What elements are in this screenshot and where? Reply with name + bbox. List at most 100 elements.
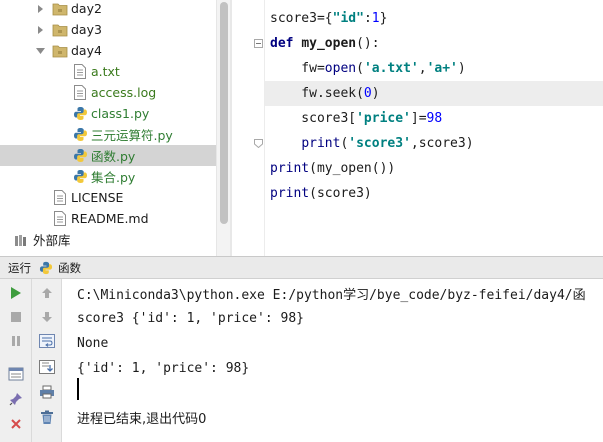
close-run-button[interactable] [5, 414, 27, 434]
soft-wrap-icon [39, 334, 55, 348]
python-file-icon [72, 148, 88, 164]
code-token: 'score3' [348, 136, 411, 151]
code-token: open [324, 61, 357, 76]
code-line-8: print (score3) [270, 181, 372, 206]
fold-end-icon[interactable] [254, 139, 263, 148]
tree-item-license[interactable]: LICENSE [0, 187, 216, 208]
tree-item-label: README.md [71, 211, 149, 226]
tree-item-a-txt[interactable]: a.txt [0, 61, 216, 82]
print-button[interactable] [36, 382, 58, 402]
code-line-6: print('score3' ,score3) [270, 131, 474, 156]
run-config-name[interactable]: 函数 [58, 260, 81, 276]
tree-item-day2[interactable]: day2 [0, 0, 216, 19]
console-line-exit: 进程已结束,退出代码0 [77, 411, 207, 427]
code-token: 0 [363, 86, 372, 101]
text-file-icon [52, 190, 68, 206]
tree-item-label: day3 [71, 22, 102, 37]
tree-item-ternary-py[interactable]: 三元运算符.py [0, 124, 216, 145]
tree-item-readme[interactable]: README.md [0, 208, 216, 229]
stop-button[interactable] [5, 307, 27, 327]
chevron-down-icon[interactable] [34, 45, 46, 57]
code-token: print [270, 186, 310, 201]
run-toolbar-left [0, 279, 32, 442]
run-panel-header[interactable]: 运行 函数 [0, 256, 603, 279]
console-line-command: C:\Miniconda3\python.exe E:/python学习/bye… [77, 287, 586, 303]
tree-item-day3[interactable]: day3 [0, 19, 216, 40]
tree-item-external-libraries[interactable]: 外部库 [0, 229, 216, 250]
scroll-down-button[interactable] [36, 307, 58, 327]
code-token: my_open [301, 36, 357, 51]
tree-item-label: LICENSE [71, 190, 124, 205]
project-tree: day2 day3 day4 a.txt access.log class1.p… [0, 0, 216, 256]
chevron-right-icon[interactable] [34, 3, 46, 15]
code-token: score3[ [270, 111, 357, 126]
restore-layout-button[interactable] [5, 364, 27, 384]
console-line-output-2: None [77, 335, 109, 351]
code-token: print [270, 161, 310, 176]
code-token: ( [340, 136, 349, 151]
code-line-1: score3={"id":1} [270, 6, 387, 31]
tree-item-class1-py[interactable]: class1.py [0, 103, 216, 124]
chevron-right-icon[interactable] [34, 24, 46, 36]
code-token: ( [356, 61, 364, 76]
tree-item-label: a.txt [91, 64, 120, 79]
python-file-icon [39, 261, 53, 275]
tree-item-functions-py[interactable]: 函数.py [0, 145, 216, 166]
tree-item-label: 三元运算符.py [91, 128, 173, 143]
code-token: 1 [371, 11, 380, 26]
arrow-up-icon [42, 288, 52, 298]
code-token: print [301, 136, 341, 151]
code-token: 'a.txt' [363, 61, 419, 76]
python-file-icon [72, 169, 88, 185]
layout-icon [8, 367, 24, 381]
code-line-7: print (my_open()) [270, 156, 395, 181]
pause-icon [12, 336, 20, 346]
code-token: fw.seek( [270, 86, 364, 101]
text-file-icon [72, 85, 88, 101]
scroll-up-button[interactable] [36, 283, 58, 303]
code-token: ) [371, 86, 380, 101]
code-line-3: fw= open('a.txt','a+') [270, 56, 466, 81]
console-caret [77, 378, 79, 400]
print-icon [40, 385, 54, 399]
code-token: ]= [410, 111, 427, 126]
trash-icon [41, 410, 53, 424]
text-file-icon [52, 211, 68, 227]
code-token: (): [356, 36, 380, 51]
rerun-button[interactable] [5, 283, 27, 303]
console-line-output-1: score3 {'id': 1, 'price': 98} [77, 310, 304, 326]
folder-icon [52, 43, 68, 59]
tree-item-label: 集合.py [91, 170, 136, 185]
tree-item-day4[interactable]: day4 [0, 40, 216, 61]
code-token: ,score3) [410, 136, 474, 151]
pause-button[interactable] [5, 331, 27, 351]
close-icon [11, 419, 21, 429]
code-token: , [418, 61, 427, 76]
clear-console-button[interactable] [36, 407, 58, 427]
scroll-to-end-button[interactable] [36, 357, 58, 377]
code-token: ) [457, 61, 466, 76]
pin-icon [9, 393, 22, 406]
code-token: 98 [426, 111, 443, 126]
folder-icon [52, 22, 68, 38]
run-panel-title: 运行 [8, 260, 31, 275]
tree-scrollbar-thumb[interactable] [220, 2, 228, 224]
fold-minus-icon[interactable] [254, 39, 263, 48]
code-line-5: score3['price']= 98 [270, 106, 442, 131]
arrow-down-icon [42, 312, 52, 322]
tree-scrollbar[interactable] [216, 0, 230, 256]
tree-item-access-log[interactable]: access.log [0, 82, 216, 103]
code-token: "id" [332, 11, 364, 26]
tree-item-sets-py[interactable]: 集合.py [0, 166, 216, 187]
editor-gutter [232, 0, 265, 256]
tree-item-label: 外部库 [33, 233, 71, 248]
run-toolbar-right [32, 279, 62, 442]
code-token: score3={ [270, 11, 333, 26]
tree-item-label: day4 [71, 43, 102, 58]
code-editor[interactable]: score3={"id":1} def my_open (): fw= open('… [232, 0, 603, 256]
pin-button[interactable] [5, 389, 27, 409]
folder-icon [52, 1, 68, 17]
console-output[interactable]: C:\Miniconda3\python.exe E:/python学习/bye… [62, 279, 603, 442]
soft-wrap-button[interactable] [36, 331, 58, 351]
